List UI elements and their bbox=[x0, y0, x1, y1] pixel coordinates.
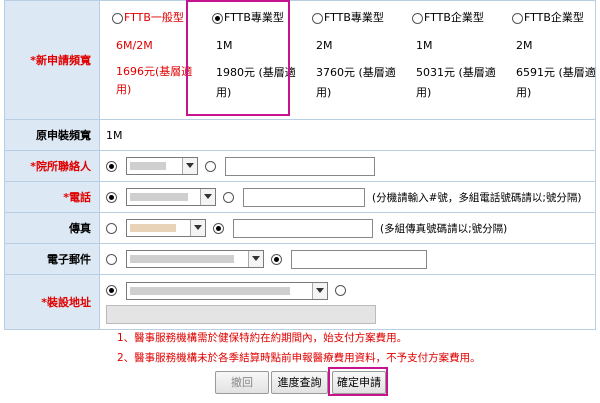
address-row bbox=[99, 274, 596, 330]
chevron-down-icon bbox=[311, 282, 327, 299]
address-select[interactable] bbox=[125, 281, 328, 300]
selected-plan-highlight bbox=[186, 0, 290, 116]
original-bandwidth-value: 1M bbox=[99, 119, 596, 151]
email-input[interactable] bbox=[290, 249, 427, 269]
notices: 1、醫事服務機構需於健保特約在約期間內，始支付方案費用。 2、醫事服務機構未於各… bbox=[117, 328, 481, 368]
undo-button[interactable]: 撤回 bbox=[215, 371, 269, 394]
original-bandwidth-label: 原申裝頻寬 bbox=[4, 119, 100, 151]
phone-select[interactable] bbox=[125, 188, 216, 206]
chevron-down-icon bbox=[181, 158, 197, 174]
email-radio-select[interactable] bbox=[106, 253, 117, 265]
address-radio-select[interactable] bbox=[106, 285, 117, 296]
contact-radio-select[interactable] bbox=[106, 160, 117, 172]
phone-radio-select[interactable] bbox=[106, 191, 117, 203]
fax-label: 傳真 bbox=[4, 212, 100, 244]
notice-1: 1、醫事服務機構需於健保特約在約期間內，始支付方案費用。 bbox=[117, 332, 408, 344]
plan-option-4[interactable]: FTTB企業型 1M 5031元 (基層適用) bbox=[406, 1, 506, 119]
address-label: *裝設地址 bbox=[4, 274, 100, 330]
chevron-down-icon bbox=[199, 189, 215, 205]
phone-radio-input[interactable] bbox=[223, 191, 234, 203]
phone-input[interactable] bbox=[242, 187, 365, 207]
phone-note: (分機請輸入#號，多組電話號碼請以;號分隔) bbox=[372, 191, 582, 204]
plan-options: FTTB一般型 6M/2M 1696元(基層適用) FTTB專業型 1M 198… bbox=[99, 0, 596, 120]
confirm-button-highlight bbox=[328, 367, 388, 396]
notice-2: 2、醫事服務機構未於各季結算時點前申報醫療費用資料，不予支付方案費用。 bbox=[117, 352, 481, 364]
fax-row: (多組傳真號碼請以;號分隔) bbox=[99, 212, 596, 244]
plan-option-3[interactable]: FTTB專業型 2M 3760元 (基層適用) bbox=[306, 1, 406, 119]
address-input[interactable] bbox=[106, 304, 376, 324]
fax-radio-select[interactable] bbox=[106, 222, 117, 234]
contact-input[interactable] bbox=[224, 156, 375, 176]
fax-input[interactable] bbox=[232, 218, 373, 238]
contact-select[interactable] bbox=[125, 157, 198, 175]
application-form: *新申請頻寬 FTTB一般型 6M/2M 1696元(基層適用) FTTB專業型… bbox=[4, 0, 596, 330]
plan-label: *新申請頻寬 bbox=[4, 0, 100, 120]
email-row bbox=[99, 243, 596, 275]
chevron-down-icon bbox=[247, 251, 263, 267]
phone-label: *電話 bbox=[4, 181, 100, 213]
chevron-down-icon bbox=[189, 220, 205, 236]
progress-query-button[interactable]: 進度查詢 bbox=[271, 371, 328, 394]
contact-radio-input[interactable] bbox=[205, 160, 216, 172]
email-radio-input[interactable] bbox=[271, 253, 282, 265]
plan-radio-1[interactable] bbox=[112, 12, 123, 24]
email-select[interactable] bbox=[125, 250, 264, 268]
plan-option-5[interactable]: FTTB企業型 2M 6591元 (基層適用) bbox=[506, 1, 600, 119]
address-radio-input[interactable] bbox=[335, 285, 346, 296]
plan-radio-3[interactable] bbox=[312, 12, 323, 24]
contact-row bbox=[99, 150, 596, 182]
contact-label: *院所聯絡人 bbox=[4, 150, 100, 182]
email-label: 電子郵件 bbox=[4, 243, 100, 275]
plan-radio-4[interactable] bbox=[412, 12, 423, 24]
plan-radio-5[interactable] bbox=[512, 12, 523, 24]
fax-radio-input[interactable] bbox=[213, 222, 224, 234]
phone-row: (分機請輸入#號，多組電話號碼請以;號分隔) bbox=[99, 181, 596, 213]
fax-note: (多組傳真號碼請以;號分隔) bbox=[380, 222, 508, 235]
fax-select[interactable] bbox=[125, 219, 206, 237]
